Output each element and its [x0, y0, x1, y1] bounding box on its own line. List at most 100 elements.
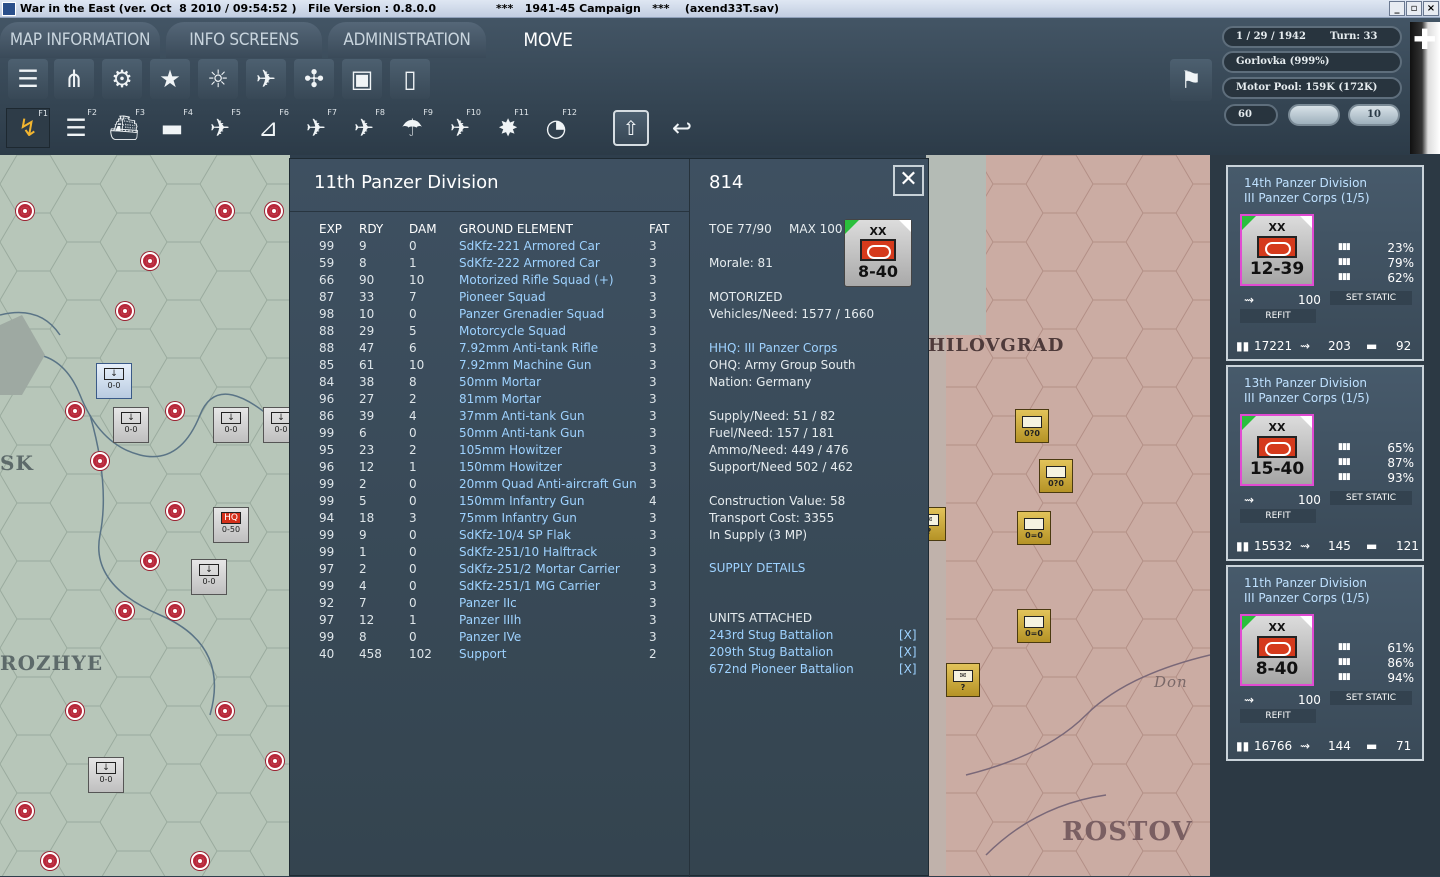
- f2-rail-icon[interactable]: ☰ F2: [54, 108, 98, 148]
- tab-info-screens[interactable]: INFO SCREENS: [166, 22, 322, 58]
- set-static-button[interactable]: SET STATIC: [1330, 291, 1412, 305]
- value-b-box[interactable]: 10: [1348, 104, 1400, 126]
- town-marker[interactable]: [41, 852, 59, 870]
- unit-counter[interactable]: ↓ 0-0: [263, 407, 290, 443]
- nation-text: Nation: Germany: [709, 375, 812, 389]
- map-right[interactable]: HILOVGRAD ROSTOV Don 0?0 0?0 0=0 0=0 ✉? …: [926, 155, 1210, 876]
- element-dam: 2: [409, 392, 417, 406]
- units-attached-header: UNITS ATTACHED: [709, 611, 813, 625]
- attached-unit-link[interactable]: 672nd Pioneer Battalion: [709, 662, 854, 676]
- town-marker[interactable]: [16, 202, 34, 220]
- element-rdy: 1: [359, 545, 367, 559]
- unit-card-counter[interactable]: XX 15-40: [1240, 414, 1314, 486]
- attached-unit-link[interactable]: 243rd Stug Battalion: [709, 628, 833, 642]
- town-marker[interactable]: [91, 452, 109, 470]
- fuel-icon[interactable]: ▣: [342, 59, 382, 99]
- detach-button[interactable]: [X]: [899, 662, 917, 676]
- aircraft-icon[interactable]: ✈: [246, 59, 286, 99]
- detach-button[interactable]: [X]: [899, 628, 917, 642]
- unit-counter[interactable]: 0?0: [1015, 409, 1049, 443]
- element-name: SdKfz-251/10 Halftrack: [459, 545, 598, 559]
- gear-icon[interactable]: ⚙: [102, 59, 142, 99]
- town-marker[interactable]: [166, 402, 184, 420]
- f5-air-icon[interactable]: ✈ F5: [198, 108, 242, 148]
- unit-counter[interactable]: 0=0: [1017, 609, 1051, 643]
- unit-card-counter[interactable]: XX 12-39: [1240, 214, 1314, 286]
- maximize-icon[interactable]: ▫: [1406, 1, 1422, 16]
- f7-airdrop-icon[interactable]: ✈ F7: [294, 108, 338, 148]
- attached-unit-link[interactable]: 209th Stug Battalion: [709, 645, 833, 659]
- supply-counter[interactable]: ✉?: [926, 507, 946, 541]
- set-static-button[interactable]: SET STATIC: [1330, 691, 1412, 705]
- town-marker[interactable]: [191, 852, 209, 870]
- battery-icon[interactable]: ▯: [390, 59, 430, 99]
- close-panel-button[interactable]: ✕: [893, 165, 924, 196]
- supply-text: Supply/Need: 51 / 82: [709, 409, 836, 423]
- town-marker[interactable]: [216, 702, 234, 720]
- top-toolbar: MAP INFORMATION INFO SCREENS ADMINISTRAT…: [0, 18, 1440, 155]
- stack-icon[interactable]: ☰: [8, 59, 48, 99]
- refit-button[interactable]: REFIT: [1240, 509, 1316, 523]
- unit-card-counter[interactable]: XX 8-40: [1240, 614, 1314, 686]
- element-dam: 0: [409, 426, 417, 440]
- f4-naval-icon[interactable]: ▬ F4: [150, 108, 194, 148]
- element-name: SdKfz-251/1 MG Carrier: [459, 579, 600, 593]
- town-marker[interactable]: [216, 202, 234, 220]
- f12-clock-icon[interactable]: ◔ F12: [534, 108, 578, 148]
- f10-interdict-icon[interactable]: ✈ F10: [438, 108, 482, 148]
- unit-card[interactable]: 11th Panzer Division III Panzer Corps (1/…: [1226, 565, 1424, 761]
- town-marker[interactable]: [166, 502, 184, 520]
- f3-ship-icon[interactable]: ⛴ F3: [102, 108, 146, 148]
- men-value: 16766: [1254, 739, 1293, 753]
- f6-artillery-icon[interactable]: ⊿ F6: [246, 108, 290, 148]
- town-marker[interactable]: [265, 202, 283, 220]
- satellite-icon[interactable]: ✣: [294, 59, 334, 99]
- town-marker[interactable]: [266, 752, 284, 770]
- set-static-button[interactable]: SET STATIC: [1330, 491, 1412, 505]
- town-marker[interactable]: [116, 602, 134, 620]
- town-marker[interactable]: [66, 702, 84, 720]
- tab-map-information[interactable]: MAP INFORMATION: [0, 22, 160, 58]
- element-rdy: 33: [359, 290, 375, 304]
- tab-administration[interactable]: ADMINISTRATION: [328, 22, 486, 58]
- counter-symbol: [1046, 466, 1066, 478]
- unit-counter[interactable]: 0=0: [1017, 511, 1051, 545]
- unit-card[interactable]: 13th Panzer Division III Panzer Corps (1/…: [1226, 365, 1424, 561]
- close-window-icon[interactable]: ×: [1423, 1, 1439, 16]
- unit-counter[interactable]: ↓ 0-0: [113, 407, 149, 443]
- detach-button[interactable]: [X]: [899, 645, 917, 659]
- hq-counter[interactable]: HQ 0-50: [213, 507, 249, 543]
- f8-bombard-icon[interactable]: ✈ F8: [342, 108, 386, 148]
- town-marker[interactable]: [116, 302, 134, 320]
- minimize-icon[interactable]: _: [1389, 1, 1405, 16]
- unit-counter[interactable]: ↓ 0-0: [96, 363, 132, 399]
- flag-icon[interactable]: ⚑: [1170, 59, 1212, 101]
- town-marker[interactable]: [141, 252, 159, 270]
- unit-counter[interactable]: ↓ 0-0: [213, 407, 249, 443]
- unit-counter[interactable]: ↓ 0-0: [191, 559, 227, 595]
- town-marker[interactable]: [141, 552, 159, 570]
- f9-paradrop-icon[interactable]: ☂ F9: [390, 108, 434, 148]
- unit-counter[interactable]: 0?0: [1039, 459, 1073, 493]
- town-marker[interactable]: [166, 602, 184, 620]
- star-icon[interactable]: ★: [150, 59, 190, 99]
- sliders-icon[interactable]: ⋔: [54, 59, 94, 99]
- weather-box[interactable]: [1288, 104, 1340, 126]
- town-marker[interactable]: [16, 802, 34, 820]
- tank-icon: ▬: [1366, 339, 1378, 353]
- supply-details-link[interactable]: SUPPLY DETAILS: [709, 561, 805, 575]
- refit-button[interactable]: REFIT: [1240, 309, 1316, 323]
- hhq-link[interactable]: HHQ: III Panzer Corps: [709, 341, 837, 355]
- town-marker[interactable]: [66, 402, 84, 420]
- f1-move-icon[interactable]: ↯ F1: [6, 108, 50, 148]
- supply-counter[interactable]: ✉?: [946, 663, 980, 697]
- weather-icon[interactable]: ☼: [198, 59, 238, 99]
- unit-card[interactable]: 14th Panzer Division III Panzer Corps (1/…: [1226, 165, 1424, 361]
- unit-counter-large[interactable]: XX 8-40: [844, 219, 912, 287]
- undo-icon[interactable]: ↩: [660, 108, 704, 148]
- refit-button[interactable]: REFIT: [1240, 709, 1316, 723]
- upload-icon[interactable]: ⇧: [613, 110, 649, 146]
- unit-counter[interactable]: ↓ 0-0: [88, 757, 124, 793]
- map-left[interactable]: SK ROZHYE ↓ 0-0 ↓ 0-0 ↓ 0-0 ↓ 0-0 HQ 0-50 ↓ 0-…: [0, 155, 290, 876]
- f11-explosion-icon[interactable]: ✸ F11: [486, 108, 530, 148]
